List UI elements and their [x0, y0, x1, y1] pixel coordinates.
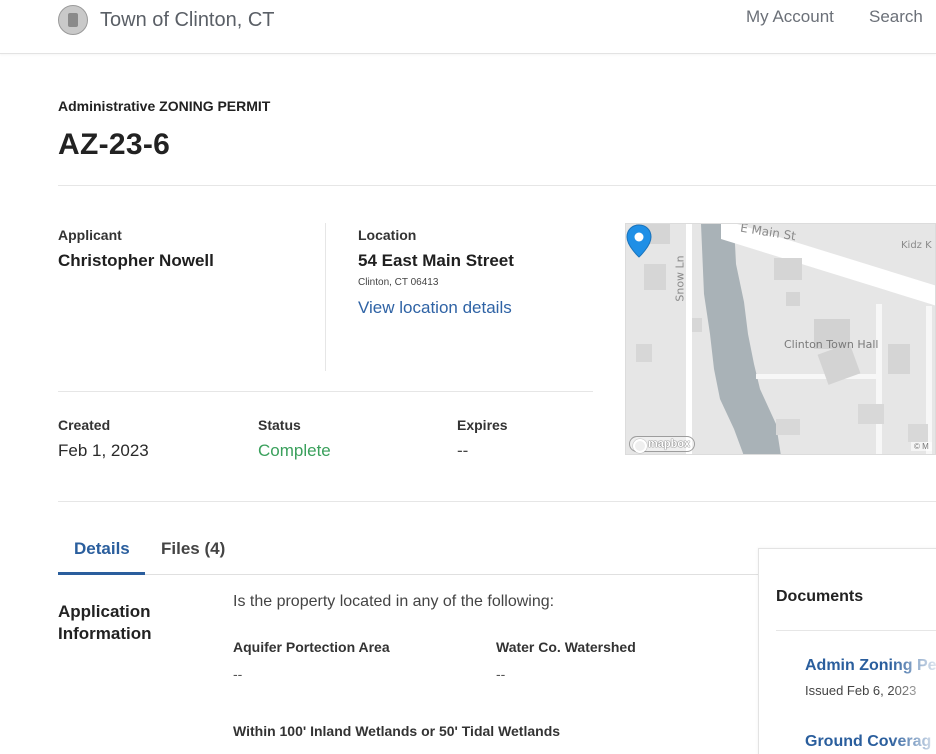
- divider: [58, 501, 936, 502]
- watershed-value: --: [496, 666, 506, 682]
- section-title: Application Information: [58, 602, 152, 643]
- town-name-link[interactable]: Town of Clinton, CT: [100, 9, 275, 32]
- document-link[interactable]: Ground Coverag: [805, 733, 931, 751]
- status-badge: Complete: [258, 441, 331, 460]
- aquifer-label: Aquifer Portection Area: [233, 639, 390, 655]
- wetlands-label: Within 100' Inland Wetlands or 50' Tidal…: [233, 723, 561, 739]
- created-label: Created: [58, 417, 111, 433]
- map-background: [626, 224, 935, 454]
- my-account-link[interactable]: My Account: [746, 7, 834, 27]
- created-date: Feb 1, 2023: [58, 441, 149, 460]
- tab-details[interactable]: Details: [74, 539, 130, 559]
- view-location-details-link[interactable]: View location details: [358, 298, 512, 318]
- location-map[interactable]: E Main St Snow Ln Kidz K Clinton Town Ha…: [625, 223, 936, 455]
- location-label: Location: [358, 227, 417, 243]
- tab-files[interactable]: Files (4): [161, 539, 225, 559]
- document-issued-date: Issued Feb 6, 2023: [805, 683, 917, 698]
- location-city: Clinton, CT 06413: [358, 277, 439, 288]
- question-text: Is the property located in any of the fo…: [233, 593, 555, 610]
- watershed-label: Water Co. Watershed: [496, 639, 636, 655]
- search-link[interactable]: Search: [869, 7, 923, 27]
- documents-title: Documents: [776, 588, 864, 605]
- mapbox-logo[interactable]: mapbox: [629, 436, 696, 453]
- map-copyright[interactable]: © M: [911, 442, 932, 451]
- permit-type-label: Administrative ZONING PERMIT: [58, 98, 271, 114]
- divider: [325, 223, 326, 371]
- active-tab-indicator: [58, 572, 145, 575]
- top-bar: Town of Clinton, CT My Account Search: [0, 0, 936, 54]
- documents-card: Documents Admin Zoning Pe Issued Feb 6, …: [758, 548, 936, 754]
- divider: [58, 185, 936, 186]
- map-label-town-hall: Clinton Town Hall: [784, 338, 879, 351]
- town-seal-icon[interactable]: [58, 5, 88, 35]
- map-label-poi: Kidz K: [901, 240, 932, 251]
- divider: [58, 391, 593, 392]
- location-address: 54 East Main Street: [358, 251, 514, 270]
- document-link[interactable]: Admin Zoning Pe: [805, 657, 936, 675]
- divider: [776, 630, 936, 631]
- page-title: AZ-23-6: [58, 128, 171, 161]
- map-pin-icon[interactable]: [626, 224, 652, 258]
- aquifer-value: --: [233, 666, 243, 682]
- expires-label: Expires: [457, 417, 508, 433]
- status-label: Status: [258, 417, 301, 433]
- map-label-snow-ln: Snow Ln: [673, 255, 687, 302]
- applicant-label: Applicant: [58, 227, 122, 243]
- tabs-divider: [58, 574, 758, 575]
- applicant-name: Christopher Nowell: [58, 251, 214, 270]
- expires-value: --: [457, 441, 469, 460]
